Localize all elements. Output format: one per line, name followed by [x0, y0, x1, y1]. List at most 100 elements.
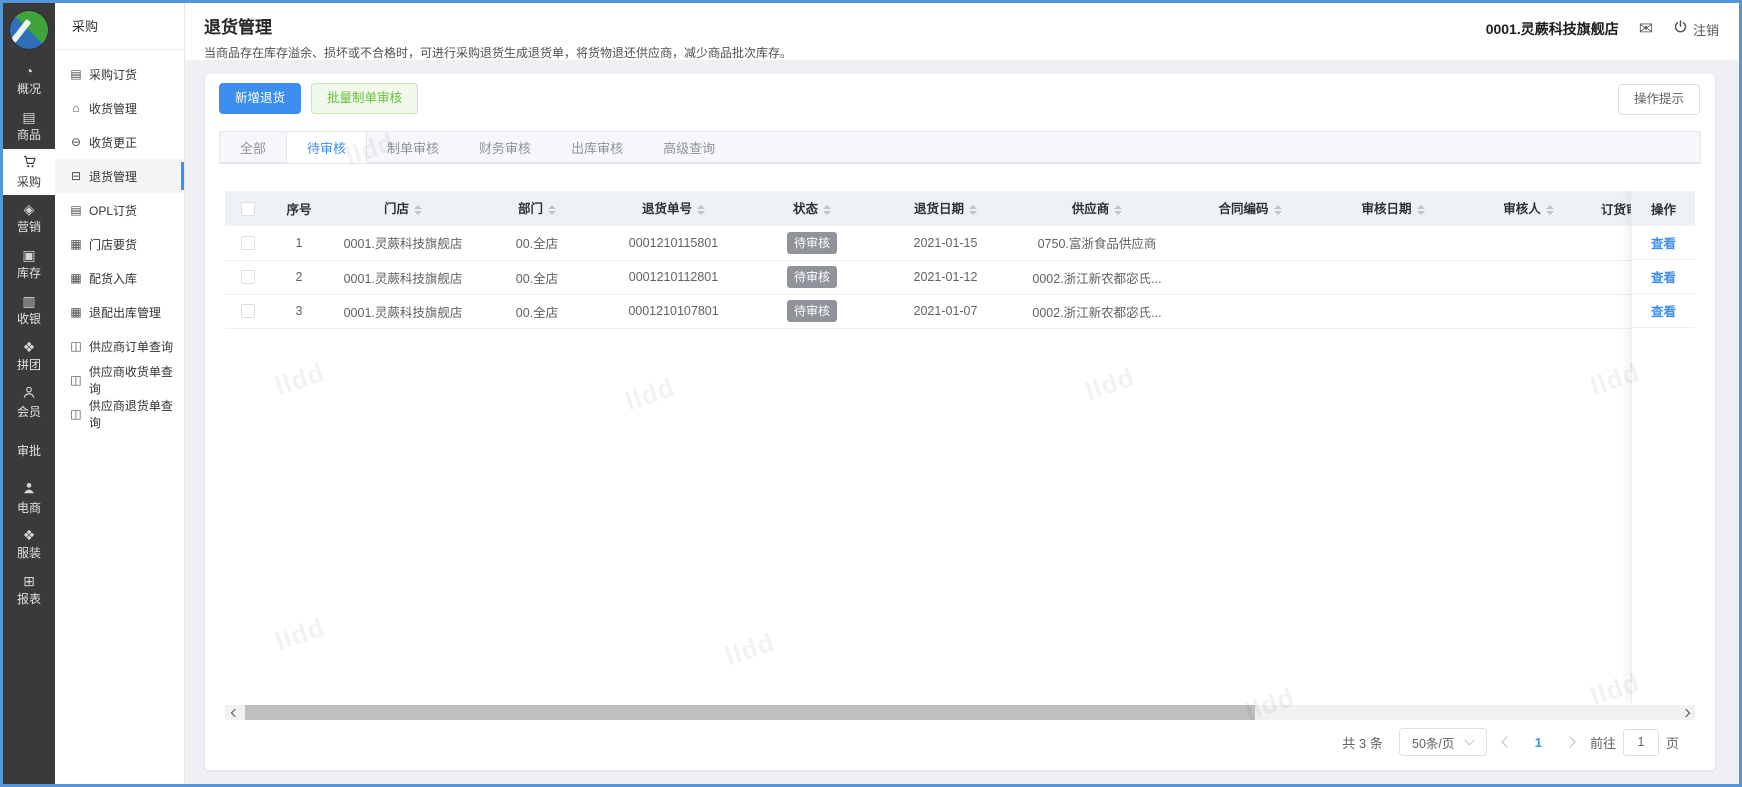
- rail-item-goods[interactable]: ▤ 商品: [3, 103, 55, 149]
- sort-icon[interactable]: [1416, 201, 1425, 219]
- sort-icon[interactable]: [1545, 201, 1554, 219]
- main-area: 退货管理 当商品存在库存溢余、损坏或不合格时，可进行采购退货生成退货单，将货物退…: [185, 3, 1739, 784]
- col-store[interactable]: 门店: [328, 191, 478, 226]
- apparel-icon: ❖: [22, 526, 36, 543]
- rail-item-group-buy[interactable]: ❖ 拼团: [3, 333, 55, 379]
- dashboard-icon: ◔: [24, 62, 34, 79]
- report-icon: ⊞: [23, 572, 35, 589]
- cashier-icon: ▥: [22, 292, 36, 309]
- fixed-action-column: 操作 查看 查看 查看: [1631, 191, 1695, 703]
- page-size-select[interactable]: 50条/页: [1398, 728, 1487, 756]
- batch-audit-button[interactable]: 批量制单审核: [311, 83, 419, 114]
- supplier-return-icon: ◫: [70, 407, 82, 421]
- supplier-receive-icon: ◫: [70, 373, 82, 387]
- marketing-icon: ◈: [23, 200, 35, 217]
- rail-item-approval[interactable]: 审批: [3, 425, 55, 475]
- current-page-number[interactable]: 1: [1535, 735, 1542, 750]
- sidebar-item-allocate-in[interactable]: ▦ 配货入库: [55, 261, 184, 295]
- rail-item-marketing[interactable]: ◈ 营销: [3, 195, 55, 241]
- view-link[interactable]: 查看: [1651, 267, 1676, 286]
- sidebar-item-store-request[interactable]: ▦ 门店要货: [55, 227, 184, 261]
- user-area: 0001.灵蕨科技旗舰店 ✉ 注销: [1486, 3, 1719, 55]
- sidebar-item-supplier-receive-query[interactable]: ◫ 供应商收货单查询: [55, 363, 184, 397]
- col-audit-date[interactable]: 审核日期: [1324, 191, 1462, 226]
- pagination: 共 3 条 50条/页 1 前往 页: [219, 720, 1701, 764]
- app-logo: [3, 3, 55, 57]
- rail-item-cashier[interactable]: ▥ 收银: [3, 287, 55, 333]
- sidebar-item-supplier-order-query[interactable]: ◫ 供应商订单查询: [55, 329, 184, 363]
- col-return-date[interactable]: 退货日期: [873, 191, 1018, 226]
- prev-page-button[interactable]: [1501, 736, 1513, 748]
- scrollbar-thumb[interactable]: [245, 705, 1255, 720]
- status-badge: 待审核: [786, 231, 837, 254]
- return-truck-icon: ⊟: [70, 169, 82, 183]
- rail-item-apparel[interactable]: ❖ 服装: [3, 521, 55, 567]
- sort-icon[interactable]: [823, 201, 831, 219]
- rail-item-ecommerce[interactable]: 电商: [3, 475, 55, 521]
- allocate-out-icon: ▦: [70, 305, 82, 319]
- scroll-left-button[interactable]: [225, 705, 242, 720]
- scroll-right-button[interactable]: [1678, 705, 1695, 720]
- next-page-button[interactable]: [1564, 736, 1576, 748]
- sort-icon[interactable]: [548, 201, 556, 219]
- rail-item-member[interactable]: 会员: [3, 379, 55, 425]
- sidebar-menu: ▤ 采购订货 ⌂ 收货管理 ⊖ 收货更正 ⊟ 退货管理 ▤ OPL订货 ▦ 门店要货 ▦ 配货…: [55, 50, 184, 431]
- sidebar-item-supplier-return-query[interactable]: ◫ 供应商退货单查询: [55, 397, 184, 431]
- header-select-all[interactable]: [225, 191, 270, 226]
- sidebar-item-receive-mgmt[interactable]: ⌂ 收货管理: [55, 91, 184, 125]
- member-icon: [22, 385, 36, 401]
- goto-page-input[interactable]: [1622, 728, 1659, 756]
- tab-all[interactable]: 全部: [220, 132, 286, 163]
- submenu-sidebar: 采购 ▤ 采购订货 ⌂ 收货管理 ⊖ 收货更正 ⊟ 退货管理 ▤ OPL订货 ▦ 门店要货 …: [55, 3, 185, 784]
- add-return-button[interactable]: 新增退货: [219, 83, 302, 114]
- view-link[interactable]: 查看: [1651, 233, 1676, 252]
- tab-advanced-query[interactable]: 高级查询: [643, 132, 735, 163]
- col-status[interactable]: 状态: [751, 191, 873, 226]
- app-window: ◔ 概况 ▤ 商品 采购 ◈ 营销 ▣ 库存 ▥ 收银 ❖ 拼团 会员 审批 电商 ❖ 服装 …: [0, 0, 1742, 787]
- logo-icon: [10, 11, 48, 49]
- total-count-label: 共 3 条: [1342, 735, 1383, 751]
- horizontal-scrollbar: [225, 705, 1695, 720]
- tab-outbound-audit[interactable]: 出库审核: [551, 132, 643, 163]
- page-unit-label: 页: [1665, 735, 1679, 751]
- sidebar-item-opl-order[interactable]: ▤ OPL订货: [55, 193, 184, 227]
- mail-icon[interactable]: ✉: [1639, 19, 1653, 39]
- tab-doc-audit[interactable]: 制单审核: [367, 132, 459, 163]
- col-action: 操作: [1632, 191, 1695, 226]
- col-order-no[interactable]: 退货单号: [596, 191, 751, 226]
- rail-item-purchase[interactable]: 采购: [3, 149, 55, 195]
- rail-item-inventory[interactable]: ▣ 库存: [3, 241, 55, 287]
- current-store-label: 0001.灵蕨科技旗舰店: [1485, 21, 1619, 37]
- view-link[interactable]: 查看: [1651, 301, 1676, 320]
- tab-finance-audit[interactable]: 财务审核: [459, 132, 551, 163]
- sidebar-item-return-mgmt[interactable]: ⊟ 退货管理: [55, 159, 184, 193]
- select-all-checkbox[interactable]: [240, 201, 255, 216]
- sidebar-item-allocate-out[interactable]: ▦ 退配出库管理: [55, 295, 184, 329]
- receive-icon: ⌂: [72, 101, 80, 115]
- sort-icon[interactable]: [1114, 201, 1123, 219]
- nav-rail: ◔ 概况 ▤ 商品 采购 ◈ 营销 ▣ 库存 ▥ 收银 ❖ 拼团 会员 审批 电商 ❖ 服装 …: [3, 3, 55, 784]
- group-buy-icon: ❖: [22, 338, 36, 355]
- tab-pending-audit[interactable]: 待审核: [286, 132, 368, 163]
- col-dept[interactable]: 部门: [478, 191, 596, 226]
- rail-item-overview[interactable]: ◔ 概况: [3, 57, 55, 103]
- col-supplier[interactable]: 供应商: [1018, 191, 1176, 226]
- goods-icon: ▤: [22, 108, 36, 125]
- logout-button[interactable]: 注销: [1673, 19, 1719, 39]
- operation-tip-button[interactable]: 操作提示: [1617, 84, 1700, 115]
- scrollbar-track[interactable]: [242, 705, 1678, 720]
- rail-item-report[interactable]: ⊞ 报表: [3, 567, 55, 613]
- row-checkbox[interactable]: [240, 236, 255, 251]
- toolbar: 新增退货 批量制单审核 操作提示: [219, 83, 1701, 123]
- sort-icon[interactable]: [697, 201, 705, 219]
- sidebar-item-receive-correct[interactable]: ⊖ 收货更正: [55, 125, 184, 159]
- row-checkbox[interactable]: [240, 304, 255, 319]
- sort-icon[interactable]: [1273, 201, 1282, 219]
- sidebar-item-purchase-order[interactable]: ▤ 采购订货: [55, 57, 184, 91]
- col-auditor[interactable]: 审核人: [1462, 191, 1595, 226]
- row-checkbox[interactable]: [240, 270, 255, 285]
- col-contract[interactable]: 合同编码: [1176, 191, 1324, 226]
- allocate-in-icon: ▦: [70, 271, 82, 285]
- sort-icon[interactable]: [414, 201, 422, 219]
- sort-icon[interactable]: [969, 201, 977, 219]
